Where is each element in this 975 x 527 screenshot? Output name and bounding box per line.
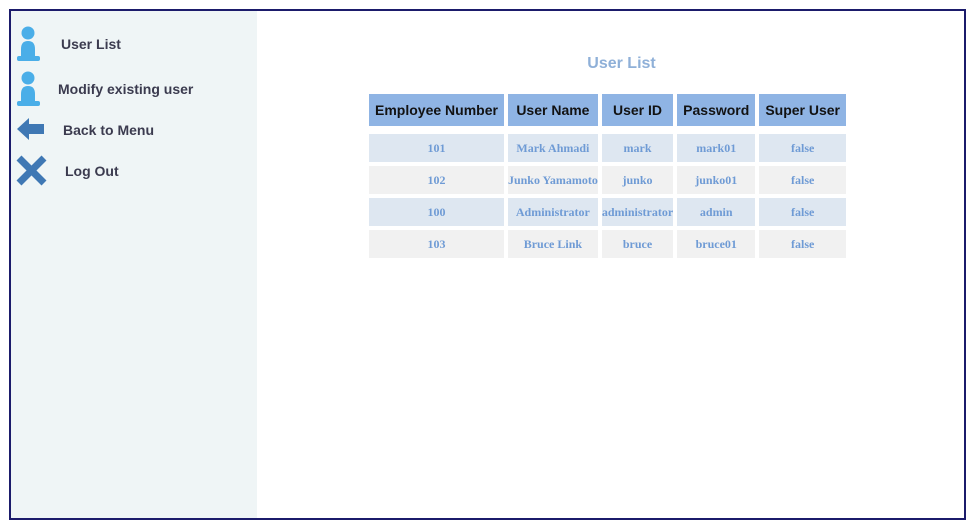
cell-password: junko01 [677, 166, 756, 194]
cell-user-name: Administrator [507, 198, 598, 226]
user-table: Employee Number User Name User ID Passwo… [365, 90, 850, 262]
sidebar-item-modify-existing-user[interactable]: Modify existing user [11, 70, 257, 108]
column-header-password[interactable]: Password [677, 94, 756, 126]
cell-password: mark01 [677, 134, 756, 162]
close-icon [14, 152, 48, 188]
sidebar-item-label: Modify existing user [58, 81, 194, 97]
cell-super-user: false [759, 166, 847, 194]
cell-user-id: administrator [601, 198, 674, 226]
column-header-user-id[interactable]: User ID [601, 94, 674, 126]
sidebar-item-user-list[interactable]: User List [11, 25, 257, 63]
table-header-row: Employee Number User Name User ID Passwo… [369, 94, 847, 126]
sidebar-item-log-out[interactable]: Log Out [11, 152, 257, 190]
column-header-user-name[interactable]: User Name [507, 94, 598, 126]
column-header-employee-number[interactable]: Employee Number [369, 94, 504, 126]
cell-employee-number: 103 [369, 230, 504, 258]
cell-user-id: mark [601, 134, 674, 162]
table-row[interactable]: 100 Administrator administrator admin fa… [369, 198, 847, 226]
user-icon [14, 70, 48, 106]
cell-password: bruce01 [677, 230, 756, 258]
sidebar-item-label: Log Out [65, 163, 119, 179]
cell-employee-number: 101 [369, 134, 504, 162]
sidebar-item-label: Back to Menu [63, 122, 155, 138]
cell-super-user: false [759, 198, 847, 226]
app-window: User List Modify existing user Back to M… [9, 9, 966, 520]
user-icon [14, 25, 48, 61]
column-header-super-user[interactable]: Super User [759, 94, 847, 126]
table-row[interactable]: 102 Junko Yamamoto junko junko01 false [369, 166, 847, 194]
main-content: User List [257, 11, 964, 518]
arrow-left-icon [14, 111, 48, 147]
table-row[interactable]: 103 Bruce Link bruce bruce01 false [369, 230, 847, 258]
cell-user-name: Bruce Link [507, 230, 598, 258]
page-title: User List [587, 55, 656, 72]
cell-employee-number: 100 [369, 198, 504, 226]
cell-super-user: false [759, 134, 847, 162]
cell-user-id: junko [601, 166, 674, 194]
cell-super-user: false [759, 230, 847, 258]
cell-user-name: Mark Ahmadi [507, 134, 598, 162]
sidebar-item-label: User List [61, 36, 121, 52]
sidebar: User List Modify existing user Back to M… [11, 11, 257, 518]
cell-user-id: bruce [601, 230, 674, 258]
table-row[interactable]: 101 Mark Ahmadi mark mark01 false [369, 134, 847, 162]
cell-user-name: Junko Yamamoto [507, 166, 598, 194]
sidebar-item-back-to-menu[interactable]: Back to Menu [11, 111, 257, 149]
cell-employee-number: 102 [369, 166, 504, 194]
cell-password: admin [677, 198, 756, 226]
